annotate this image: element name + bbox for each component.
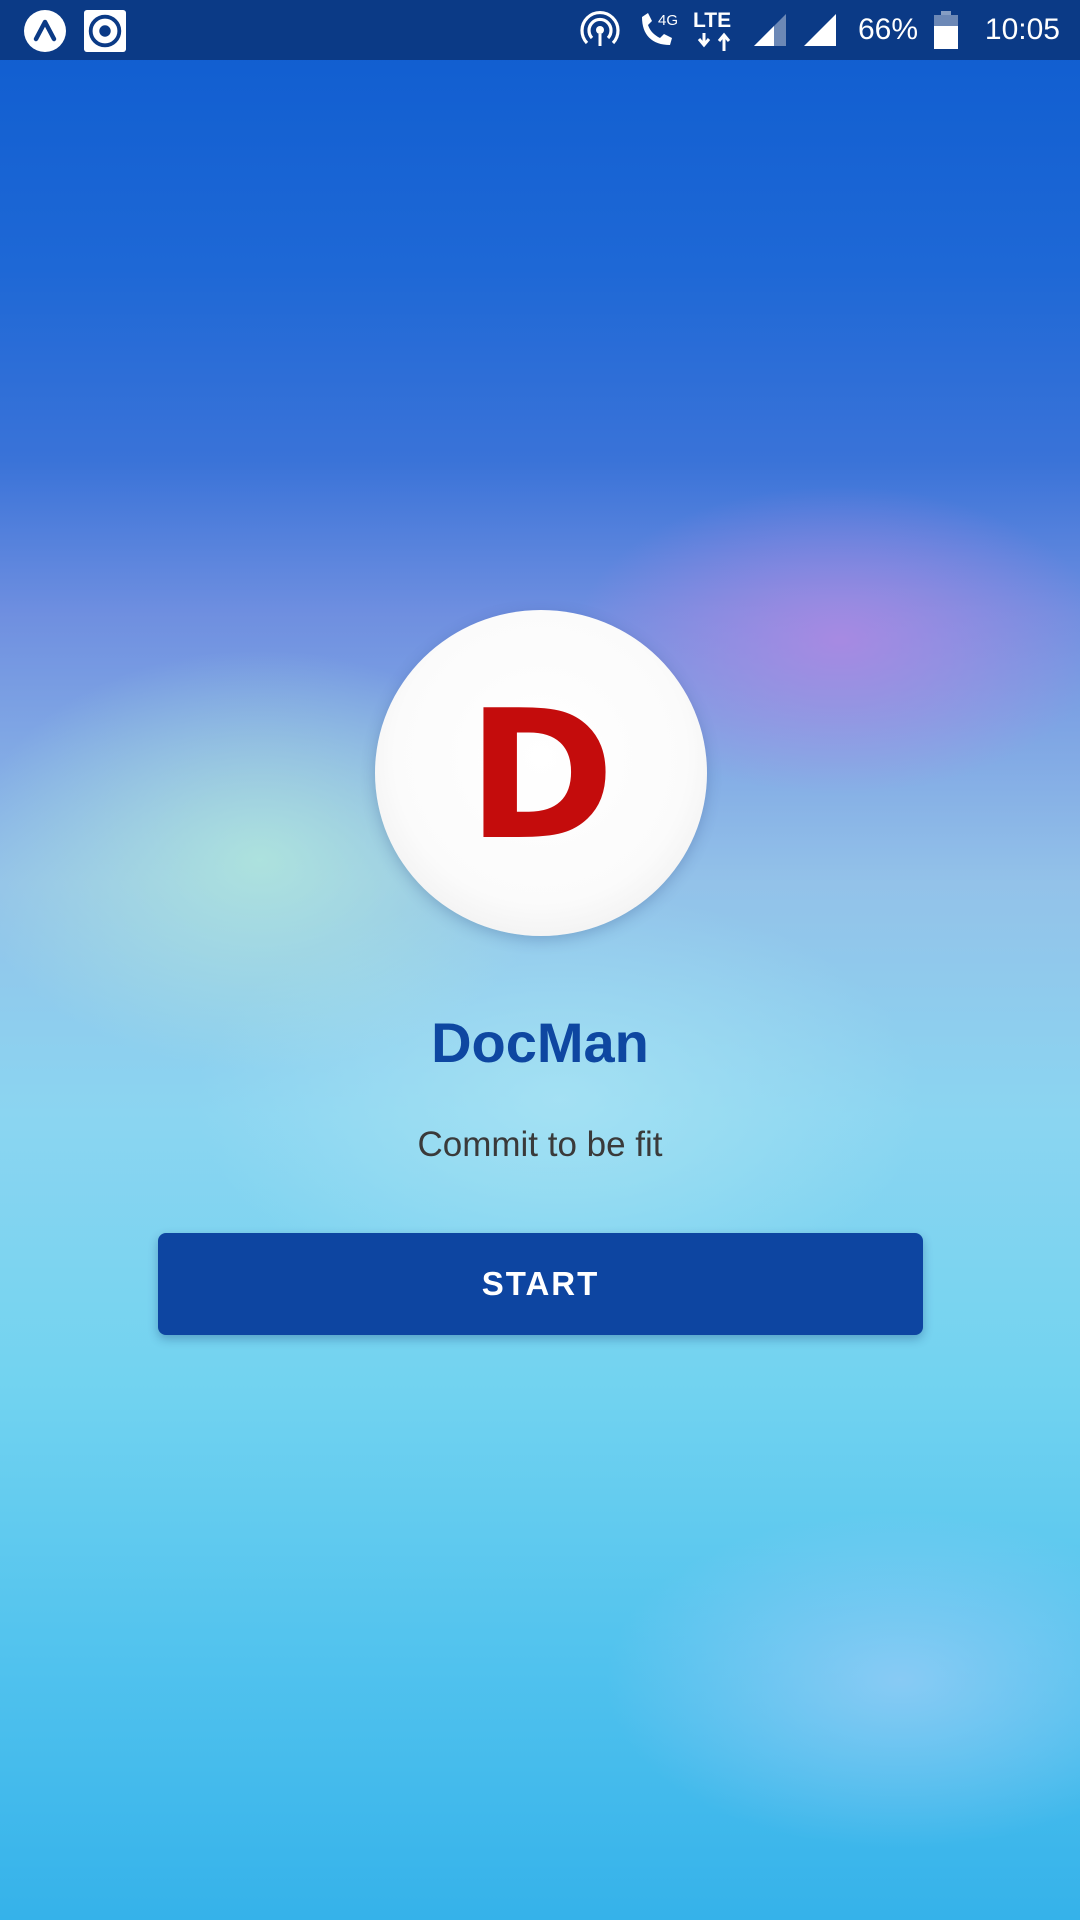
network-4g-label: 4G (658, 12, 678, 29)
expo-launcher-icon (24, 10, 66, 52)
splash-screen: 4G LTE 66% 10:05 D DocMan Commit to be f… (0, 0, 1080, 1920)
battery-percent: 66% (857, 13, 918, 46)
hotspot-icon (580, 0, 620, 60)
app-logo: D (375, 610, 707, 936)
battery-icon (934, 0, 958, 60)
lte-data-icon: LTE (690, 0, 740, 60)
app-tagline: Commit to be fit (417, 1125, 663, 1164)
status-time: 10:05 (984, 13, 1060, 46)
app-title: DocMan (431, 1011, 649, 1074)
record-target-icon (84, 10, 126, 52)
call-4g-icon: 4G (634, 0, 680, 60)
signal-strength-icon (752, 0, 790, 60)
signal-strength-full-icon (802, 0, 840, 60)
logo-letter: D (467, 672, 615, 879)
lte-label: LTE (693, 9, 731, 32)
status-bar: 4G LTE 66% 10:05 (0, 0, 1080, 60)
start-button[interactable]: START (158, 1233, 923, 1335)
